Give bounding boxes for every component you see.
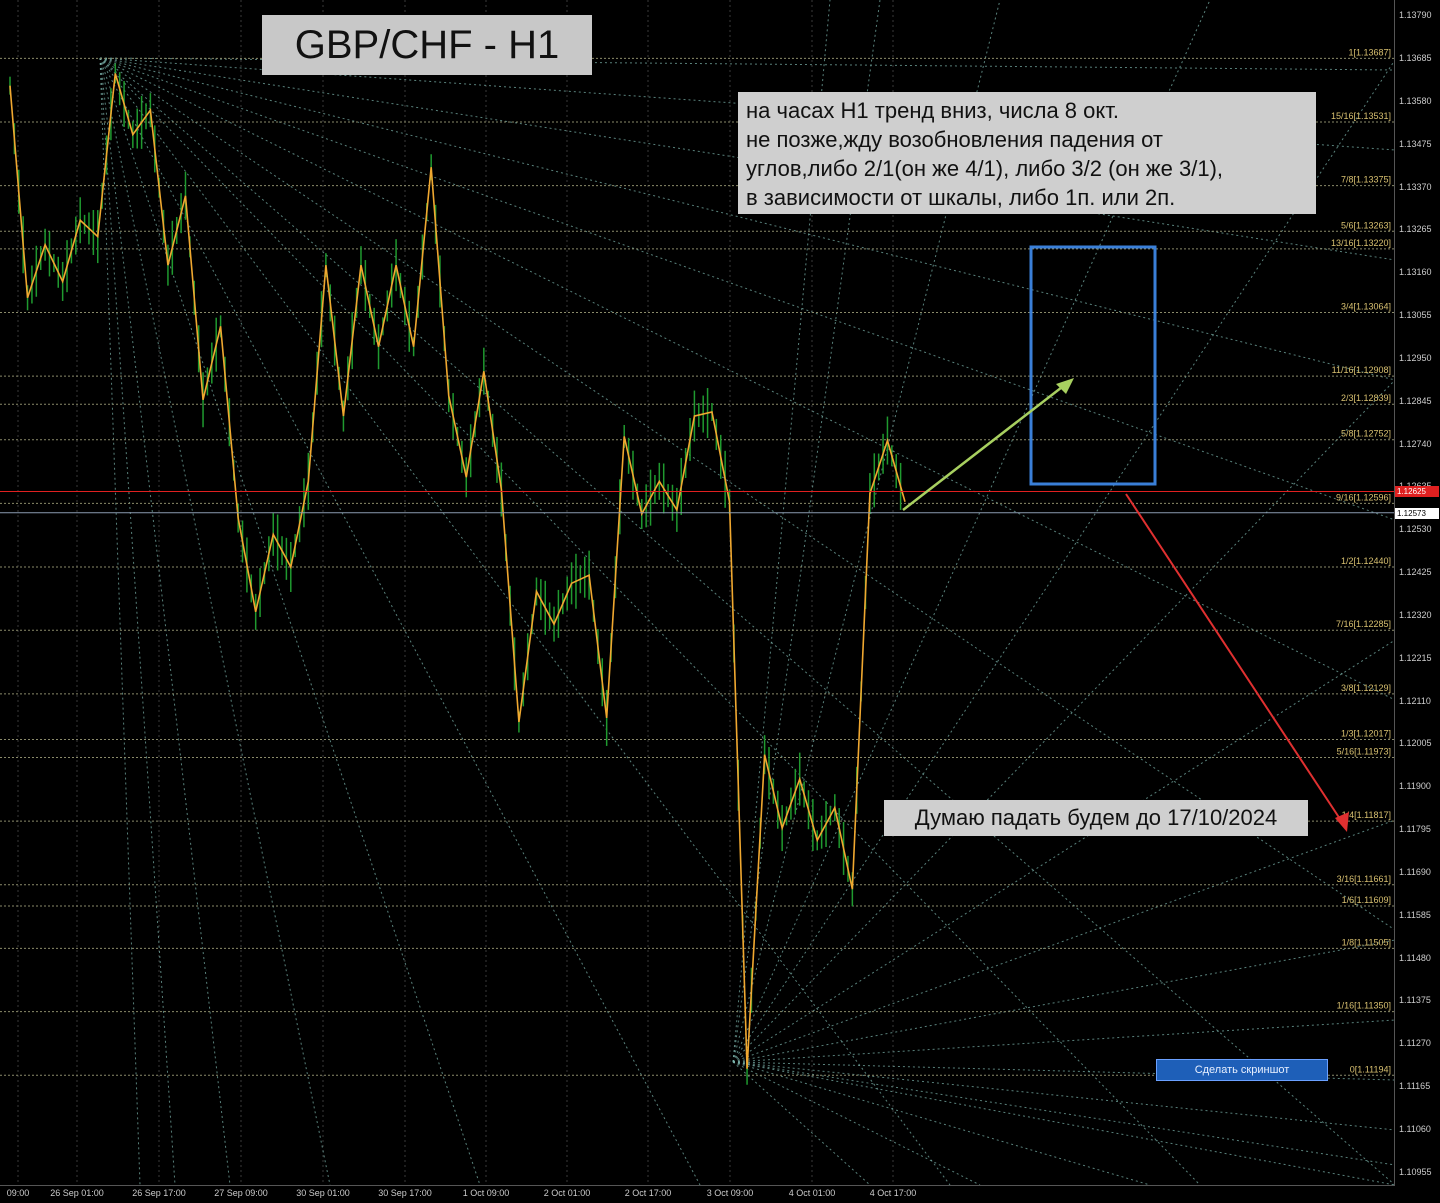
price-tick-label: 1.13160 — [1399, 267, 1432, 278]
price-tick-label: 1.13475 — [1399, 138, 1432, 149]
fan-line — [99, 57, 701, 1185]
time-axis[interactable]: 09:00 26 Sep 01:00 26 Sep 17:00 27 Sep 09:0… — [0, 1185, 1395, 1203]
fan-line — [99, 57, 231, 1185]
fan-line — [732, 819, 1395, 1063]
level-label: 7/16[1.12285] — [1336, 619, 1391, 629]
level-label: 1/8[1.11505] — [1342, 937, 1391, 947]
time-tick-label: 2 Oct 01:00 — [543, 1188, 591, 1198]
price-tick-label: 1.12950 — [1399, 352, 1432, 363]
fan-line — [732, 1061, 871, 1185]
level-label: 0[1.11194] — [1350, 1064, 1391, 1074]
price-tick-label: 1.12845 — [1399, 395, 1432, 406]
price-tick-label: 1.11165 — [1399, 1081, 1431, 1092]
note-line: не позже,жду возобновления падения от — [746, 127, 1163, 152]
time-tick-label: 4 Oct 01:00 — [788, 1188, 836, 1198]
level-label: 1[1.13687] — [1348, 47, 1391, 57]
time-tick-label: 1 Oct 09:00 — [462, 1188, 510, 1198]
price-tick-label: 1.11690 — [1399, 866, 1431, 877]
level-label: 3/4[1.13064] — [1341, 301, 1391, 311]
analysis-note: на часах Н1 тренд вниз, числа 8 окт. не … — [738, 92, 1316, 214]
time-tick-label: 09:00 — [6, 1188, 30, 1198]
level-label: 11/16[1.12908] — [1332, 365, 1391, 375]
time-tick-label: 2 Oct 17:00 — [624, 1188, 672, 1198]
time-tick-label: 3 Oct 09:00 — [706, 1188, 754, 1198]
level-label: 1/6[1.11609] — [1342, 895, 1391, 905]
note-line: в зависимости от шкалы, либо 1п. или 2п. — [746, 185, 1176, 210]
price-tick-label: 1.12320 — [1399, 609, 1432, 620]
target-box — [1029, 245, 1157, 486]
price-tick-label: 1.11480 — [1399, 952, 1431, 963]
price-tick-label: 1.13790 — [1399, 10, 1432, 21]
level-label: 3/16[1.11661] — [1337, 874, 1391, 884]
price-tick-label: 1.13580 — [1399, 95, 1432, 106]
green-arrowhead — [1056, 378, 1074, 394]
fan-line — [99, 57, 951, 1185]
level-label: 5/6[1.13263] — [1341, 220, 1391, 230]
fan-line — [732, 939, 1395, 1063]
zigzag-path — [9, 73, 906, 1069]
fan-line — [99, 57, 481, 1185]
fan-line — [732, 379, 1395, 1063]
screenshot-button[interactable]: Сделать скриншот — [1156, 1059, 1328, 1081]
level-label: 13/16[1.13220] — [1331, 238, 1391, 248]
time-tick-label: 30 Sep 17:00 — [378, 1188, 432, 1198]
fan-line — [99, 57, 1395, 1185]
price-tick-label: 1.13265 — [1399, 224, 1432, 235]
time-tick-label: 26 Sep 17:00 — [132, 1188, 186, 1198]
level-label: 1/2[1.12440] — [1341, 556, 1391, 566]
price-tick-label: 1.12215 — [1399, 652, 1432, 663]
price-tick-label: 1.12530 — [1399, 524, 1432, 535]
level-label: 9/16[1.12596] — [1336, 492, 1391, 502]
candle-bars — [9, 63, 902, 1085]
price-scale[interactable]: 1.13790 1.13685 1.13580 1.13475 1.13370 1.132… — [1394, 0, 1440, 1185]
fan-line — [732, 1019, 1395, 1063]
annotations — [0, 245, 1395, 832]
price-tick-label: 1.11795 — [1399, 824, 1431, 835]
note-line: углов,либо 2/1(он же 4/1), либо 3/2 (он … — [746, 156, 1224, 181]
level-label: 5/16[1.11973] — [1337, 747, 1391, 757]
price-tick-label: 1.13055 — [1399, 310, 1432, 321]
price-tick-label: 1.12740 — [1399, 438, 1432, 449]
level-label: 15/16[1.13531] — [1331, 111, 1391, 121]
price-tick-label: 1.10955 — [1399, 1166, 1432, 1177]
price-tick-label: 1.11585 — [1399, 909, 1431, 920]
level-label: 1/4[1.11817] — [1342, 810, 1391, 820]
time-tick-label: 27 Sep 09:00 — [214, 1188, 268, 1198]
chart-title: GBP/CHF - H1 — [262, 15, 592, 75]
fan-line — [732, 639, 1395, 1063]
price-tick-label: 1.13370 — [1399, 181, 1432, 192]
price-tick-label: 1.11375 — [1399, 995, 1431, 1006]
price-tick-label: 1.12425 — [1399, 567, 1432, 578]
price-tick-label: 1.11900 — [1399, 781, 1431, 792]
fan-line — [99, 57, 1201, 1185]
forecast-note: Думаю падать будем до 17/10/2024 — [884, 800, 1308, 836]
zigzag-line — [9, 73, 906, 1069]
level-label: 2/3[1.12839] — [1341, 393, 1391, 403]
fan-line — [732, 1061, 1151, 1185]
price-tick-label: 1.12110 — [1399, 695, 1431, 706]
price-tick-label: 1.13685 — [1399, 53, 1432, 64]
level-label: 7/8[1.13375] — [1341, 175, 1391, 185]
current-price-tag: 1.12573 — [1395, 507, 1439, 519]
level-label: 1/16[1.11350] — [1337, 1001, 1391, 1011]
fan-line — [732, 1061, 981, 1185]
level-label: 1/3[1.12017] — [1341, 729, 1391, 739]
time-tick-label: 30 Sep 01:00 — [296, 1188, 350, 1198]
time-tick-label: 26 Sep 01:00 — [50, 1188, 104, 1198]
red-price-tag: 1.12625 — [1395, 485, 1439, 497]
level-label: 3/8[1.12129] — [1341, 683, 1391, 693]
time-tick-label: 4 Oct 17:00 — [869, 1188, 917, 1198]
price-tick-label: 1.11060 — [1399, 1123, 1431, 1134]
level-label: 5/8[1.12752] — [1341, 429, 1391, 439]
price-tick-label: 1.12005 — [1399, 738, 1432, 749]
fan-line — [99, 57, 331, 1185]
price-tick-label: 1.11270 — [1399, 1038, 1431, 1049]
note-line: на часах Н1 тренд вниз, числа 8 окт. — [746, 98, 1120, 123]
